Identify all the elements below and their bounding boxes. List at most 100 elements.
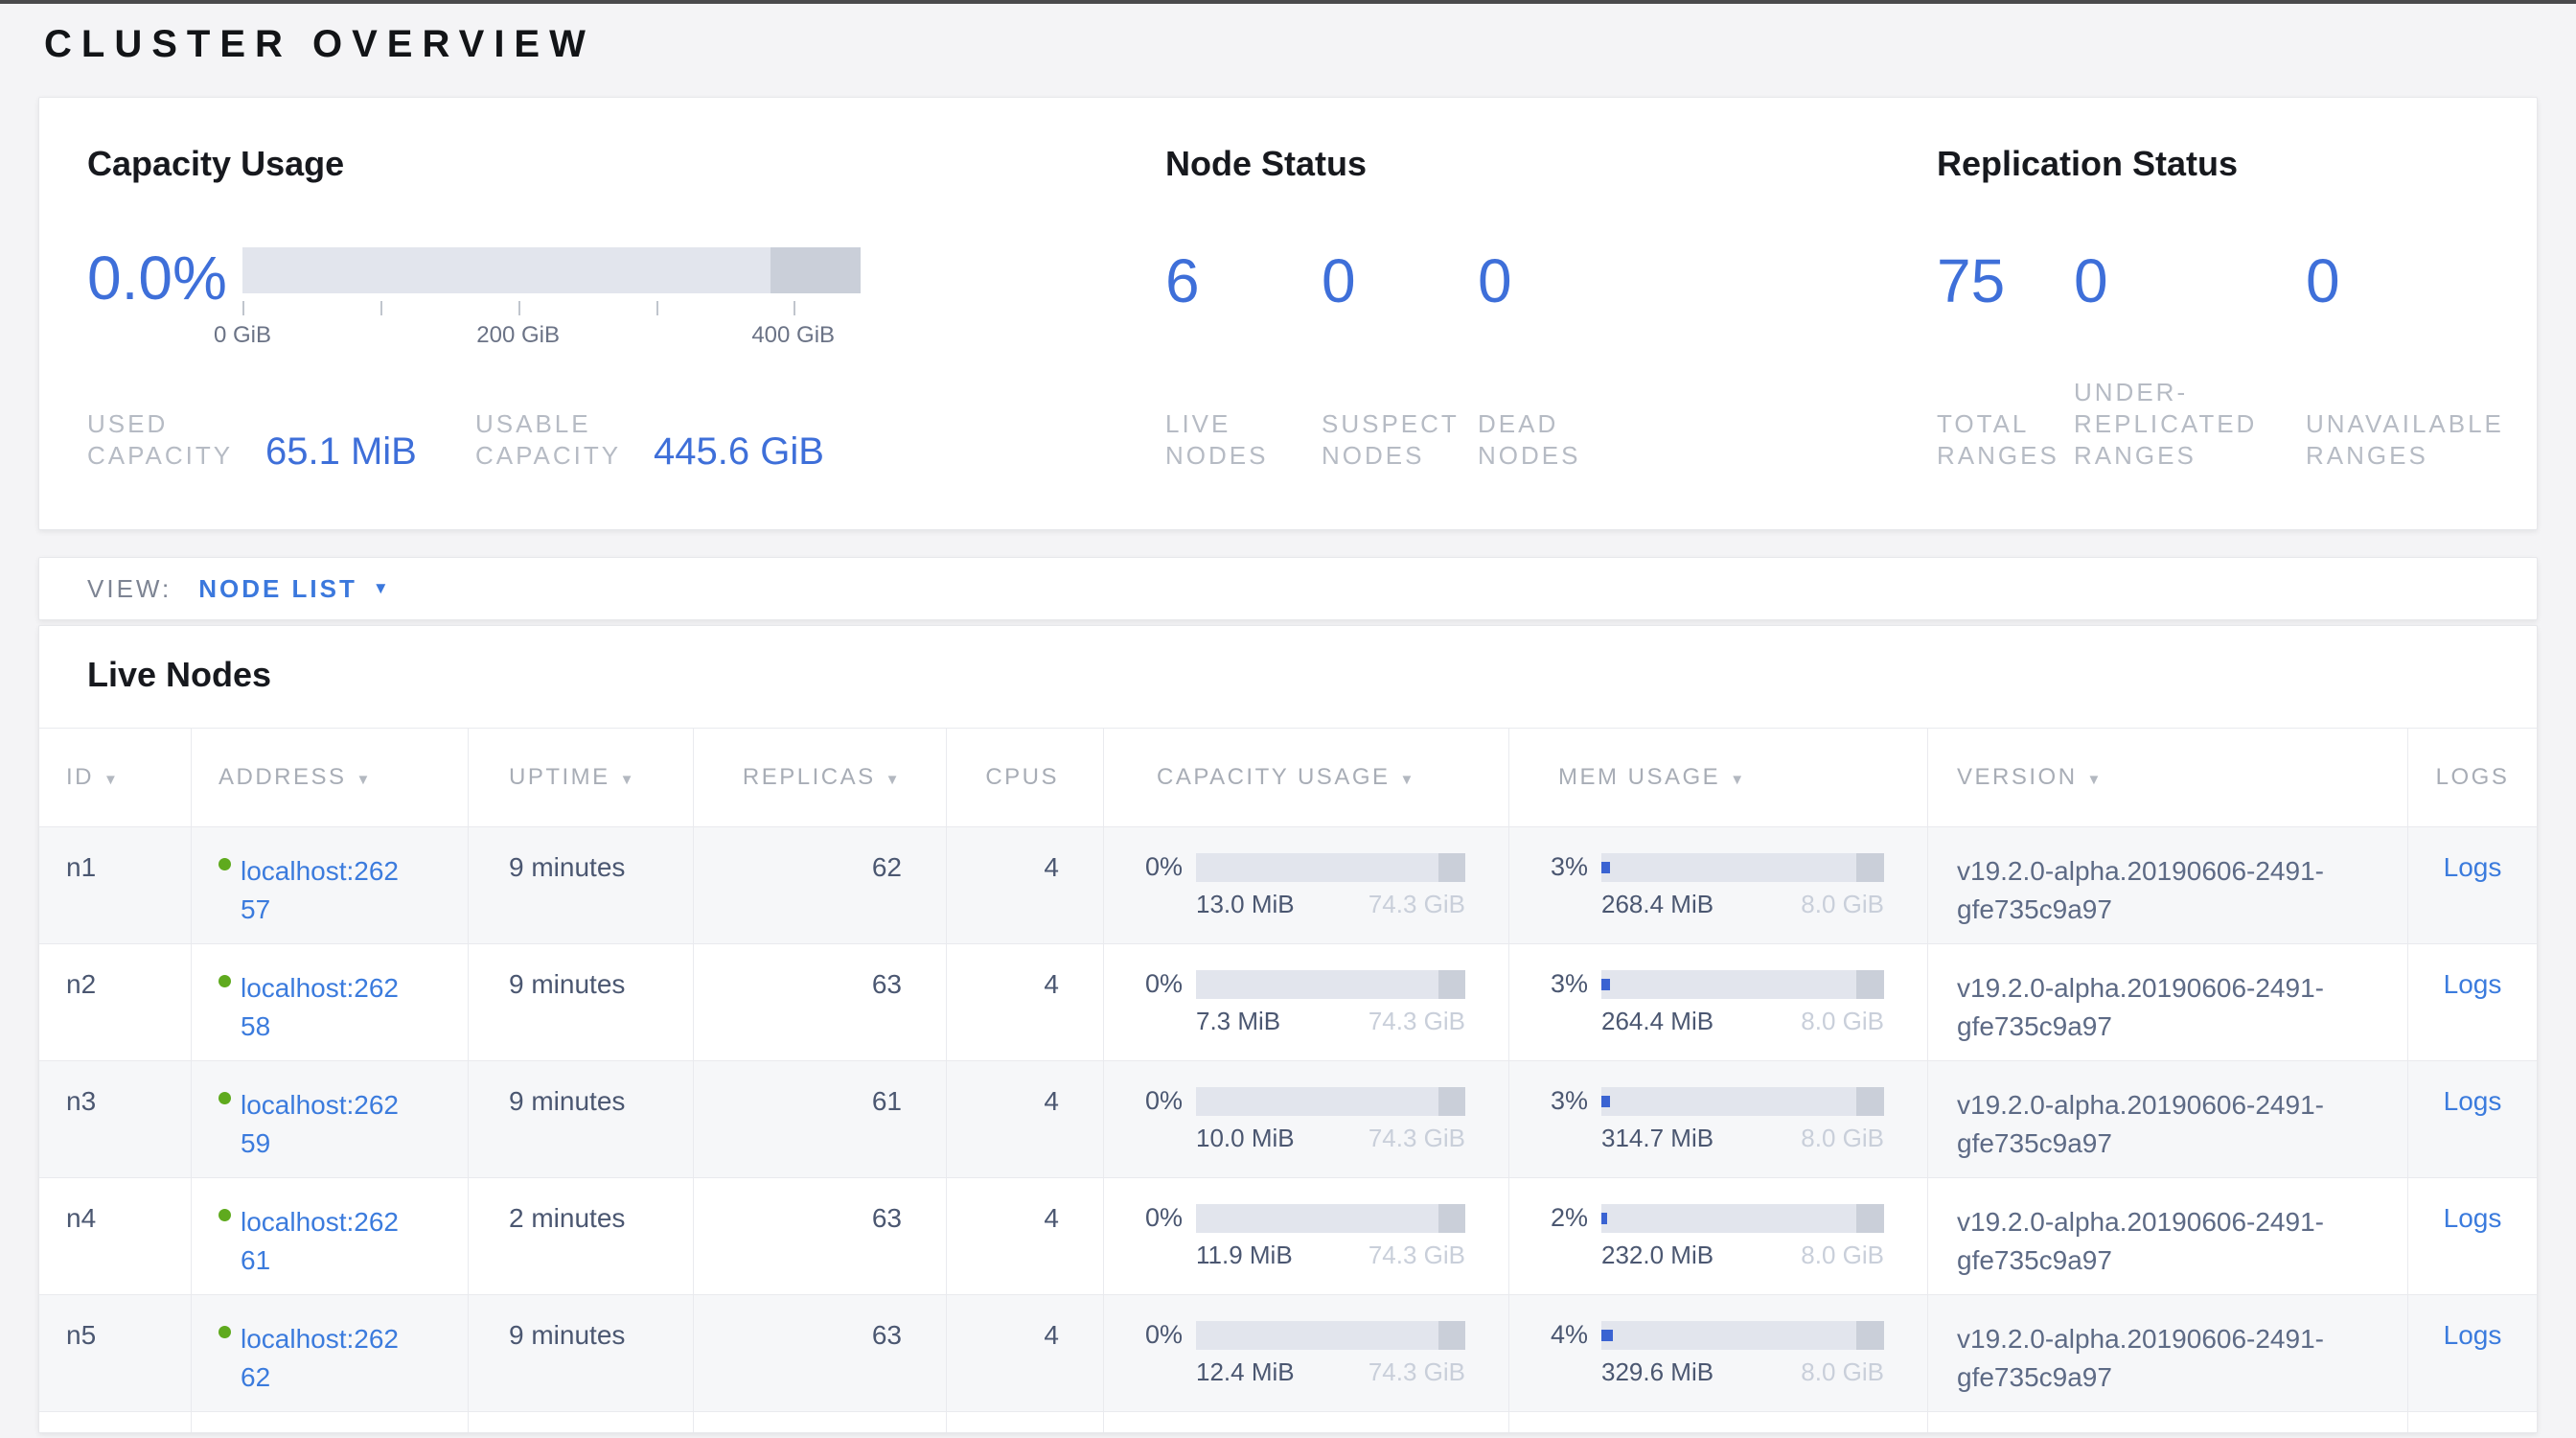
mem-usage-fill (1601, 979, 1610, 990)
axis-tick (380, 301, 382, 315)
node-capacity-cell: 0% 11.9 MiB 74.3 GiB (1104, 1178, 1509, 1295)
node-id-cell: n2 (39, 944, 192, 1061)
axis-label: 400 GiB (751, 322, 835, 349)
mem-usage-fill (1601, 862, 1610, 873)
logs-link[interactable]: Logs (2444, 1320, 2502, 1350)
logs-link[interactable]: Logs (2444, 852, 2502, 882)
axis-tick (794, 301, 795, 315)
node-replicas-cell: 63 (694, 944, 947, 1061)
node-version-cell: v19.2.0-alpha.20190606-2491-gfe735c9a97 (1928, 1061, 2408, 1178)
capacity-percent-label: 0% (1104, 1086, 1183, 1116)
capacity-usage-bar (1196, 1087, 1465, 1116)
sort-desc-icon (876, 764, 902, 791)
cluster-summary-card: Capacity Usage 0.0% (38, 97, 2538, 530)
column-header-cpus[interactable]: CPUS (947, 728, 1104, 827)
logs-link[interactable]: Logs (2444, 1203, 2502, 1233)
column-header-replicas[interactable]: REPLICAS (694, 728, 947, 827)
node-live-dot-icon (218, 1326, 231, 1338)
live-nodes-card: Live Nodes ID ADDRESS UPTIME REPLICAS CP… (38, 625, 2538, 1433)
under-replicated-ranges-count: 0 (2074, 247, 2306, 314)
capacity-percent-label: 0% (1104, 969, 1183, 999)
capacity-usage-bar (1196, 1321, 1465, 1350)
used-capacity-label: USED CAPACITY (87, 408, 250, 472)
node-live-dot-icon (218, 1209, 231, 1221)
node-cpus-cell: 4 (947, 1061, 1104, 1178)
usable-capacity-label: USABLE CAPACITY (475, 408, 638, 472)
mem-percent-label: 4% (1509, 1320, 1588, 1350)
node-uptime-cell: 9 minutes (469, 827, 694, 944)
table-header-row: ID ADDRESS UPTIME REPLICAS CPUS CAPACITY… (39, 728, 2537, 827)
mem-total-value: 8.0 GiB (1801, 1007, 1884, 1036)
column-header-version[interactable]: VERSION (1928, 728, 2408, 827)
view-label: VIEW: (87, 574, 172, 604)
mem-usage-bar (1601, 1087, 1884, 1116)
node-id-cell: n1 (39, 827, 192, 944)
capacity-usage-section: Capacity Usage 0.0% (87, 144, 1165, 529)
view-dropdown[interactable]: NODE LIST ▼ (198, 574, 389, 604)
column-header-address[interactable]: ADDRESS (192, 728, 469, 827)
capacity-total-value: 74.3 GiB (1368, 890, 1465, 919)
node-mem-cell: 4% 329.6 MiB 8.0 GiB (1509, 1295, 1928, 1412)
node-capacity-cell: 0% 10.0 MiB 74.3 GiB (1104, 1061, 1509, 1178)
capacity-reserved-segment (1438, 1204, 1465, 1233)
column-header-mem-usage[interactable]: MEM USAGE (1509, 728, 1928, 827)
node-cpus-cell: 4 (947, 1178, 1104, 1295)
node-logs-cell: Logs (2408, 944, 2537, 1061)
view-selected-value[interactable]: NODE LIST (198, 574, 357, 604)
node-capacity-cell: 0% 13.0 MiB 74.3 GiB (1104, 827, 1509, 944)
node-status-title: Node Status (1165, 144, 1937, 184)
capacity-bar-reserved-segment (770, 247, 861, 293)
node-uptime-cell: 9 minutes (469, 944, 694, 1061)
node-address-link[interactable]: localhost:26258 (241, 969, 413, 1046)
sort-desc-icon (2078, 764, 2104, 791)
mem-reserved-segment (1856, 1204, 1885, 1233)
node-capacity-cell: 0% 7.3 MiB 74.3 GiB (1104, 944, 1509, 1061)
mem-percent-label: 3% (1509, 1086, 1588, 1116)
column-header-id[interactable]: ID (39, 728, 192, 827)
axis-tick (518, 301, 520, 315)
mem-usage-bar (1601, 1321, 1884, 1350)
capacity-percent: 0.0% (87, 247, 242, 309)
capacity-total-value: 74.3 GiB (1368, 1007, 1465, 1036)
node-address-link[interactable]: localhost:26262 (241, 1320, 413, 1397)
mem-reserved-segment (1856, 1321, 1885, 1350)
live-nodes-label: LIVE NODES (1165, 408, 1300, 472)
mem-usage-bar (1601, 970, 1884, 999)
column-header-uptime[interactable]: UPTIME (469, 728, 694, 827)
node-live-dot-icon (218, 858, 231, 870)
node-cpus-cell: 4 (947, 827, 1104, 944)
table-body: n1 localhost:26257 9 minutes 62 4 0% 13.… (39, 827, 2537, 1412)
capacity-percent-label: 0% (1104, 852, 1183, 882)
sort-desc-icon (94, 764, 120, 791)
capacity-percent-label: 0% (1104, 1320, 1183, 1350)
logs-link[interactable]: Logs (2444, 1086, 2502, 1116)
node-live-dot-icon (218, 1092, 231, 1104)
column-header-capacity-usage[interactable]: CAPACITY USAGE (1104, 728, 1509, 827)
unavailable-ranges-label: UNAVAILABLE RANGES (2306, 408, 2507, 472)
under-replicated-ranges-label: UNDER-REPLICATED RANGES (2074, 377, 2270, 472)
capacity-bar-track (242, 247, 861, 293)
capacity-used-value: 7.3 MiB (1196, 1007, 1280, 1036)
node-mem-cell: 3% 314.7 MiB 8.0 GiB (1509, 1061, 1928, 1178)
sort-desc-icon (347, 764, 373, 791)
node-address-link[interactable]: localhost:26259 (241, 1086, 413, 1163)
live-nodes-title: Live Nodes (39, 626, 2537, 728)
table-row: n5 localhost:26262 9 minutes 63 4 0% 12.… (39, 1295, 2537, 1412)
axis-label: 0 GiB (214, 322, 271, 349)
total-ranges-label: TOTAL RANGES (1937, 408, 2071, 472)
node-address-cell: localhost:26257 (192, 827, 469, 944)
node-address-link[interactable]: localhost:26261 (241, 1203, 413, 1280)
logs-link[interactable]: Logs (2444, 969, 2502, 999)
axis-label: 200 GiB (476, 322, 560, 349)
mem-percent-label: 2% (1509, 1203, 1588, 1233)
capacity-used-value: 12.4 MiB (1196, 1357, 1295, 1387)
capacity-used-value: 11.9 MiB (1196, 1241, 1293, 1270)
capacity-reserved-segment (1438, 1087, 1465, 1116)
dead-nodes-count: 0 (1478, 247, 1641, 314)
sort-desc-icon (1391, 764, 1416, 791)
sort-desc-icon (1720, 764, 1746, 791)
capacity-usage-bar (1196, 1204, 1465, 1233)
usable-capacity-value: 445.6 GiB (654, 431, 824, 472)
suspect-nodes-count: 0 (1322, 247, 1478, 314)
node-address-link[interactable]: localhost:26257 (241, 852, 413, 929)
